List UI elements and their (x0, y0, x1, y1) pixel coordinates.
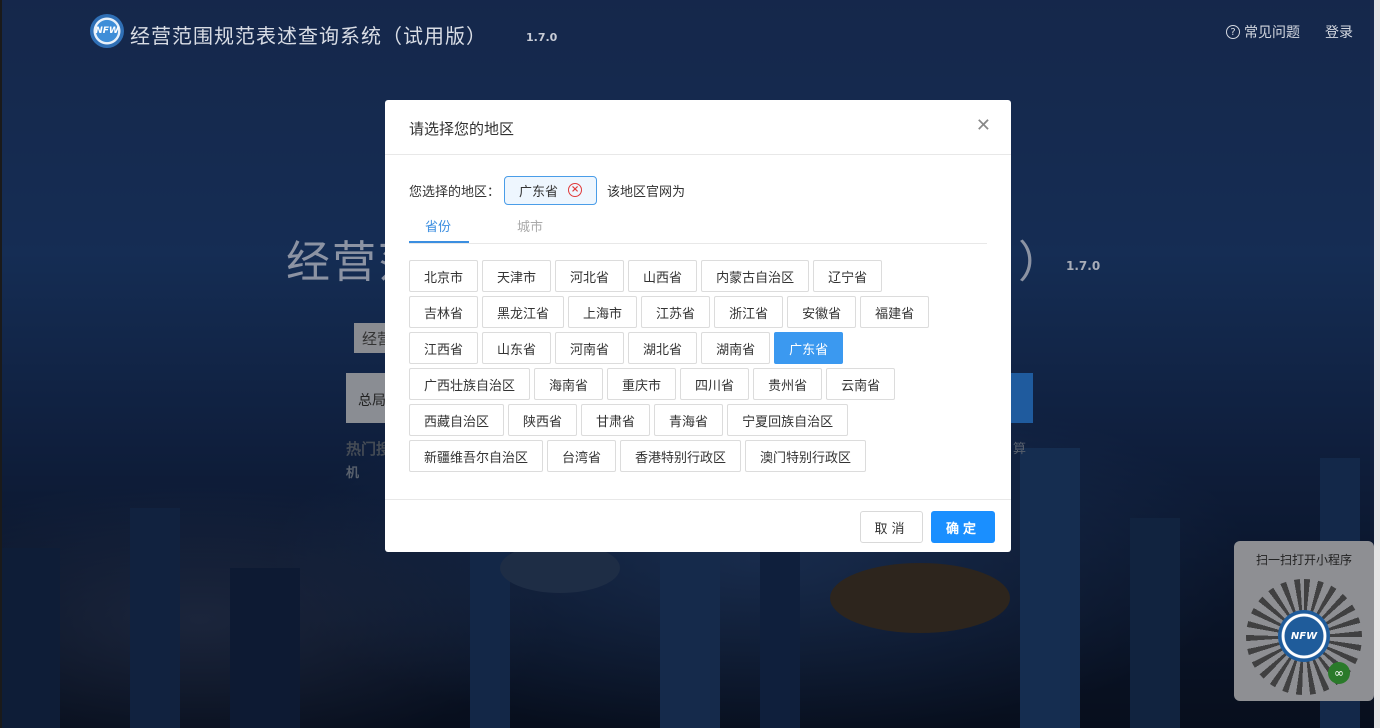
tab-province[interactable]: 省份 (425, 216, 451, 235)
province-option[interactable]: 江西省 (409, 332, 479, 364)
province-option[interactable]: 贵州省 (753, 368, 823, 400)
hot-search-item[interactable]: 机 (346, 462, 359, 481)
province-option[interactable]: 宁夏回族自治区 (727, 404, 849, 436)
selected-region-row: 您选择的地区： 广东省 × 该地区官网为 (409, 175, 685, 205)
hero-version: 1.7.0 (1066, 259, 1101, 273)
province-row: 广西壮族自治区 海南省 重庆市 四川省 贵州省 云南省 (409, 368, 989, 400)
province-option[interactable]: 山西省 (628, 260, 698, 292)
province-option[interactable]: 山东省 (482, 332, 552, 364)
province-option[interactable]: 台湾省 (547, 440, 617, 472)
hot-search-item[interactable]: 算 (1013, 438, 1026, 457)
version-label: 1.7.0 (526, 31, 558, 44)
dialog-title: 请选择您的地区 (409, 120, 515, 138)
province-option[interactable]: 北京市 (409, 260, 479, 292)
dialog-footer: 取消 确定 (385, 499, 1011, 552)
question-circle-icon: ? (1226, 25, 1240, 39)
province-option[interactable]: 福建省 (860, 296, 930, 328)
remove-circle-icon[interactable]: × (568, 183, 583, 197)
selected-region-value: 广东省 (519, 184, 559, 200)
official-site-label: 该地区官网为 (607, 184, 686, 200)
scrollbar[interactable] (1374, 0, 1380, 728)
app-title: 经营范围规范表述查询系统（试用版） (130, 24, 487, 48)
selected-region-tag: 广东省 × (504, 175, 598, 205)
province-row: 西藏自治区 陕西省 甘肃省 青海省 宁夏回族自治区 (409, 404, 989, 436)
faq-label: 常见问题 (1244, 25, 1300, 41)
province-row: 吉林省 黑龙江省 上海市 江苏省 浙江省 安徽省 福建省 (409, 296, 989, 328)
hero-title-end: ） (1018, 237, 1062, 288)
province-row: 北京市 天津市 河北省 山西省 内蒙古自治区 辽宁省 (409, 260, 989, 292)
province-row: 江西省 山东省 河南省 湖北省 湖南省 广东省 (409, 332, 989, 364)
province-option[interactable]: 浙江省 (714, 296, 784, 328)
top-bar: NFW 经营范围规范表述查询系统（试用版） 1.7.0 ? 常见问题 登录 (0, 0, 1374, 70)
province-row: 新疆维吾尔自治区 台湾省 香港特别行政区 澳门特别行政区 (409, 440, 989, 472)
province-option[interactable]: 湖南省 (701, 332, 771, 364)
selected-region-label: 您选择的地区： (409, 184, 501, 200)
window-edge-left (0, 0, 2, 728)
province-option[interactable]: 香港特别行政区 (620, 440, 742, 472)
province-option[interactable]: 西藏自治区 (409, 404, 505, 436)
province-option[interactable]: 湖北省 (628, 332, 698, 364)
province-option[interactable]: 新疆维吾尔自治区 (409, 440, 544, 472)
province-option[interactable]: 河北省 (555, 260, 625, 292)
province-option[interactable]: 陕西省 (508, 404, 578, 436)
province-option[interactable]: 吉林省 (409, 296, 479, 328)
province-option[interactable]: 甘肃省 (581, 404, 651, 436)
region-tabs: 省份 城市 (409, 208, 987, 244)
faq-link[interactable]: ? 常见问题 (1226, 22, 1300, 42)
tab-city[interactable]: 城市 (517, 216, 543, 235)
province-option[interactable]: 青海省 (654, 404, 724, 436)
active-tab-indicator (409, 241, 469, 243)
logo-icon: NFW (90, 14, 124, 48)
province-option[interactable]: 重庆市 (607, 368, 677, 400)
cancel-button[interactable]: 取消 (860, 511, 923, 543)
region-select-dialog: 请选择您的地区 ✕ 您选择的地区： 广东省 × 该地区官网为 省份 城市 北京市… (385, 100, 1011, 552)
province-option[interactable]: 广东省 (774, 332, 844, 364)
dialog-header: 请选择您的地区 ✕ (385, 100, 1011, 155)
province-option[interactable]: 云南省 (826, 368, 896, 400)
province-option[interactable]: 江苏省 (641, 296, 711, 328)
province-option[interactable]: 上海市 (568, 296, 638, 328)
province-option[interactable]: 河南省 (555, 332, 625, 364)
close-icon[interactable]: ✕ (976, 115, 991, 136)
province-option[interactable]: 澳门特别行政区 (745, 440, 867, 472)
province-option[interactable]: 广西壮族自治区 (409, 368, 531, 400)
qr-logo-icon: NFW (1278, 610, 1330, 662)
province-option[interactable]: 海南省 (534, 368, 604, 400)
province-option[interactable]: 黑龙江省 (482, 296, 565, 328)
qr-caption: 扫一扫打开小程序 (1255, 553, 1352, 567)
province-option[interactable]: 安徽省 (787, 296, 857, 328)
province-option[interactable]: 辽宁省 (813, 260, 883, 292)
login-link[interactable]: 登录 (1325, 22, 1353, 42)
mini-program-icon: ∞ (1328, 662, 1350, 684)
province-option[interactable]: 内蒙古自治区 (701, 260, 810, 292)
province-option[interactable]: 天津市 (482, 260, 552, 292)
province-options: 北京市 天津市 河北省 山西省 内蒙古自治区 辽宁省 吉林省 黑龙江省 上海市 江苏省 浙江省 安徽省… (409, 260, 989, 476)
province-option[interactable]: 四川省 (680, 368, 750, 400)
confirm-button[interactable]: 确定 (931, 511, 995, 543)
